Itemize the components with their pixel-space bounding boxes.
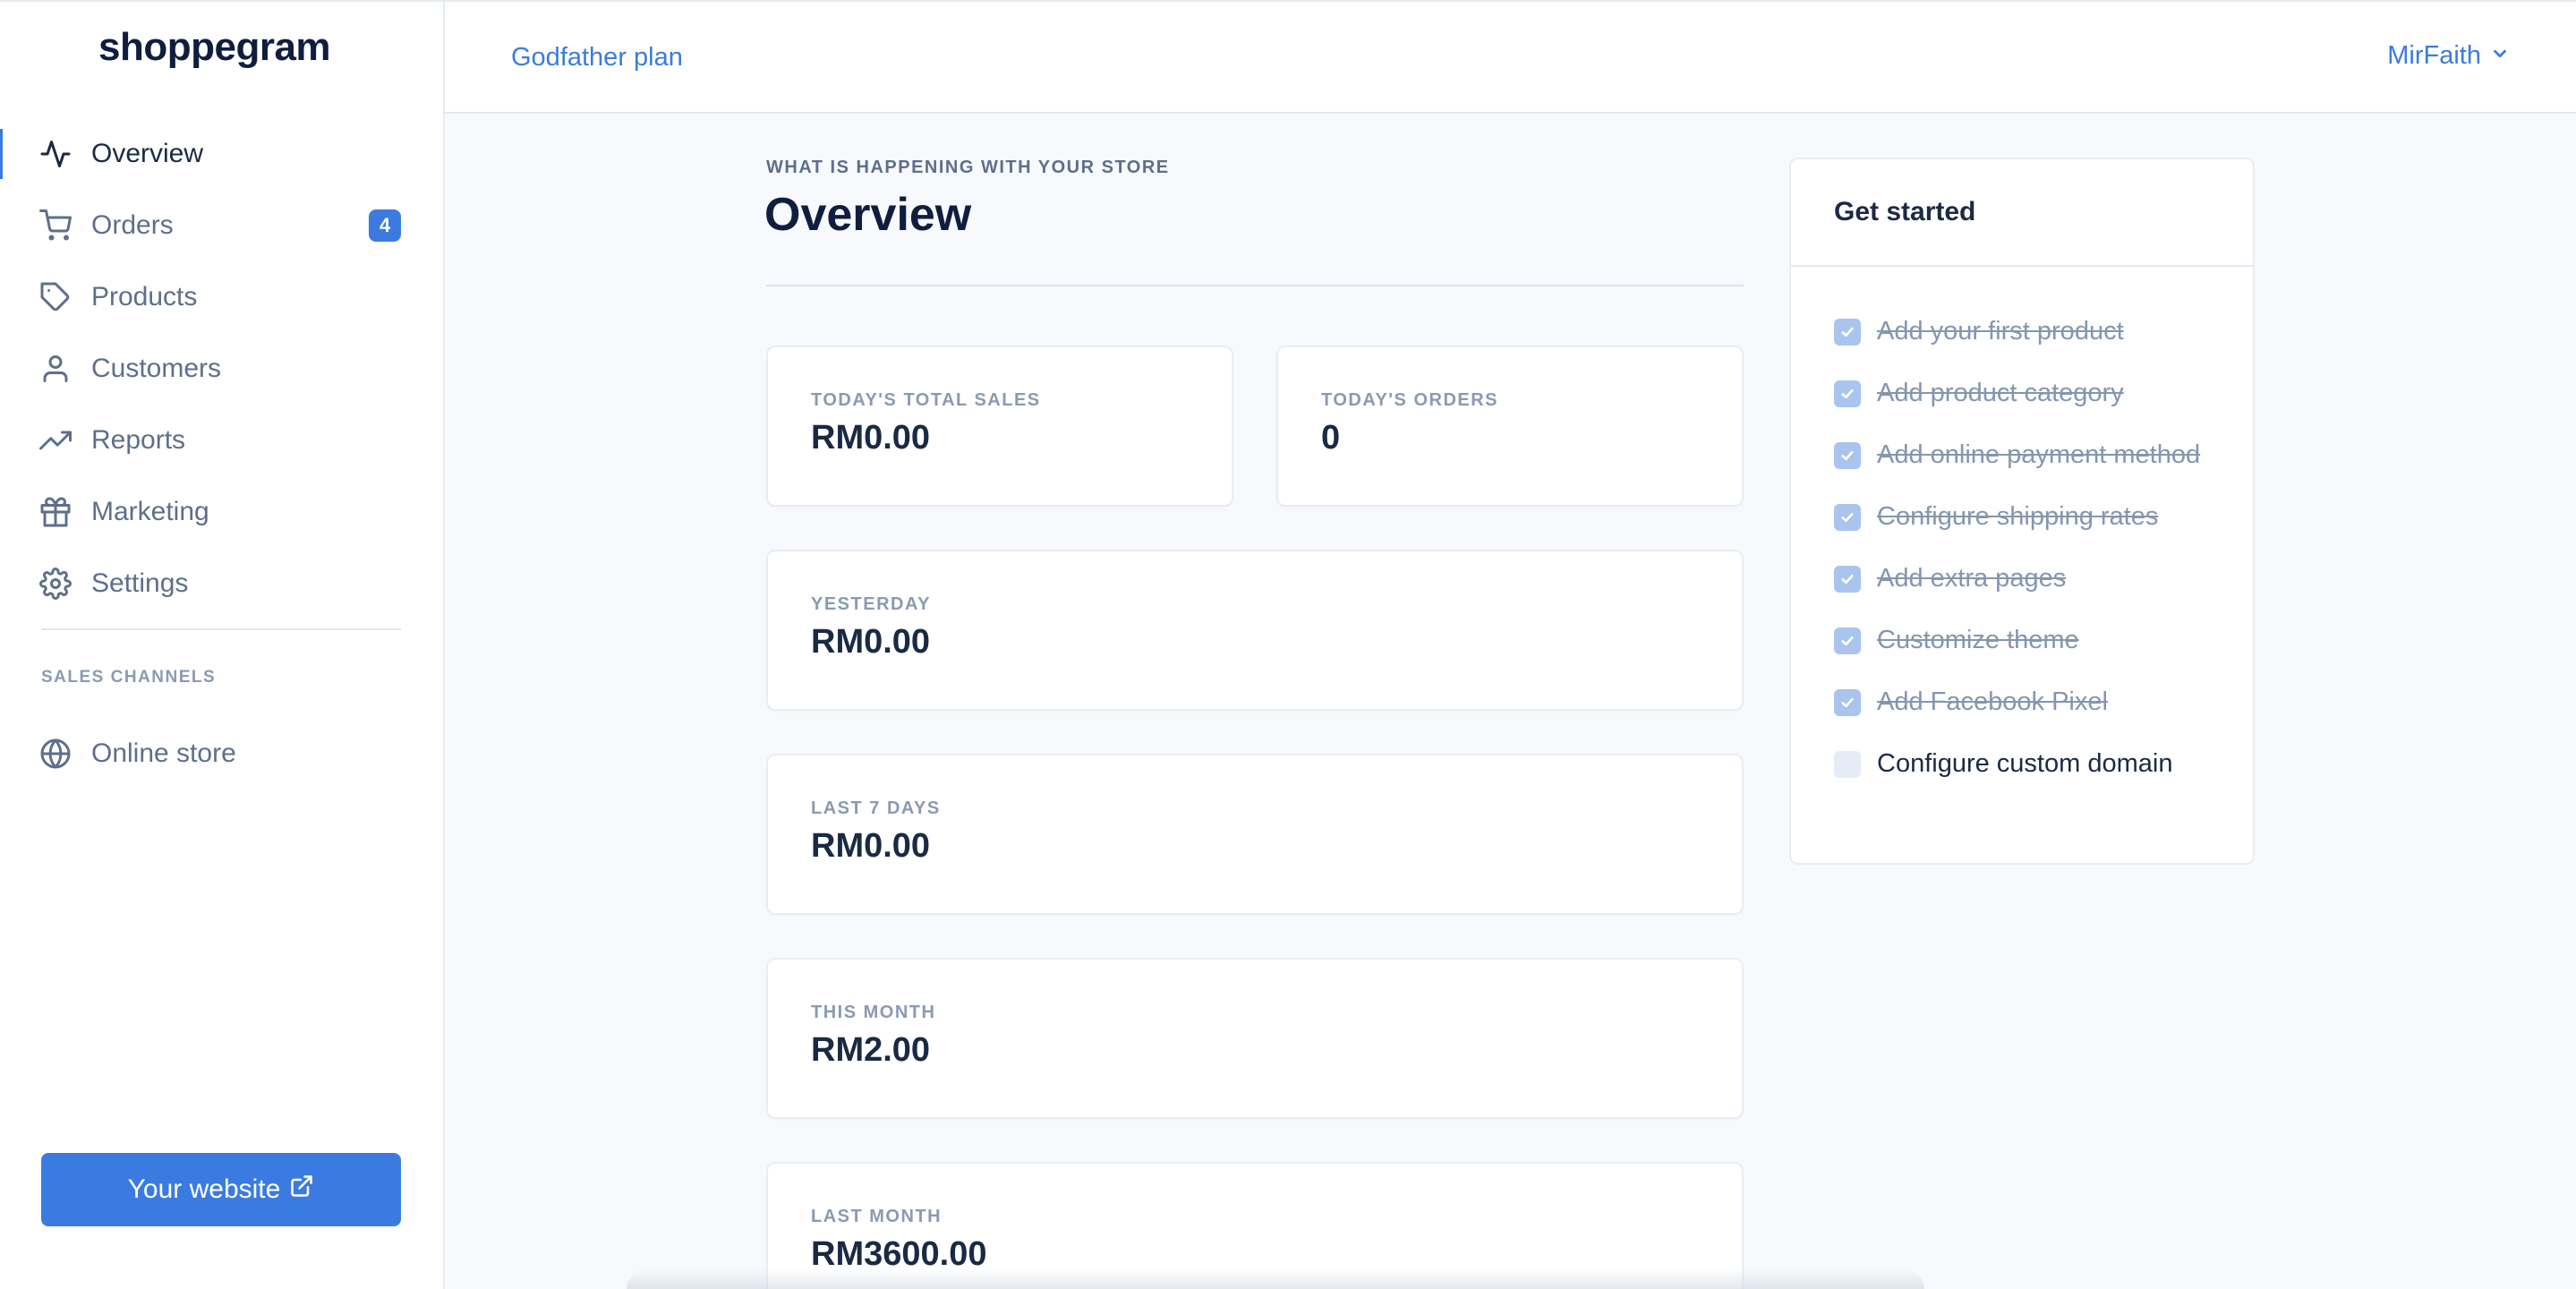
- get-started-panel: Get started Add your first product Add p…: [1789, 158, 2255, 865]
- stat-card-this-month: THIS MONTH RM2.00: [766, 958, 1744, 1119]
- tag-icon: [39, 281, 72, 313]
- checkbox-checked-icon: [1834, 442, 1861, 469]
- main-nav: Overview Orders 4 Products Customers Rep…: [0, 118, 443, 619]
- stat-label: TODAY'S TOTAL SALES: [811, 390, 1041, 410]
- sales-channels-heading: SALES CHANNELS: [41, 668, 217, 687]
- sidebar-divider: [41, 628, 401, 630]
- stat-value: RM0.00: [811, 623, 931, 661]
- cart-icon: [39, 209, 72, 242]
- checkbox-checked-icon: [1834, 566, 1861, 593]
- checklist-item[interactable]: Add Facebook Pixel: [1834, 682, 2228, 721]
- checklist-item[interactable]: Configure shipping rates: [1834, 497, 2228, 536]
- gift-icon: [39, 496, 72, 528]
- checkbox-checked-icon: [1834, 504, 1861, 531]
- checklist-item[interactable]: Add extra pages: [1834, 559, 2228, 598]
- sidebar-item-label: Orders: [91, 210, 174, 240]
- sidebar-item-orders[interactable]: Orders 4: [0, 190, 443, 261]
- sidebar-item-products[interactable]: Products: [0, 261, 443, 333]
- page-eyebrow: WHAT IS HAPPENING WITH YOUR STORE: [766, 158, 1170, 177]
- sidebar-item-label: Customers: [91, 354, 222, 383]
- stat-label: THIS MONTH: [811, 1003, 936, 1022]
- sidebar-item-reports[interactable]: Reports: [0, 405, 443, 476]
- checkbox-empty-icon: [1834, 751, 1861, 778]
- activity-icon: [39, 138, 72, 170]
- orders-count-badge: 4: [369, 209, 401, 242]
- stat-value: RM3600.00: [811, 1235, 987, 1273]
- sidebar-item-label: Reports: [91, 425, 186, 455]
- stat-value: RM2.00: [811, 1031, 931, 1069]
- checklist-item[interactable]: Configure custom domain: [1834, 744, 2228, 783]
- checkbox-checked-icon: [1834, 380, 1861, 407]
- gear-icon: [39, 568, 72, 600]
- get-started-title: Get started: [1791, 159, 2253, 267]
- user-name: MirFaith: [2387, 41, 2481, 70]
- sidebar-item-label: Marketing: [91, 497, 209, 526]
- checkbox-checked-icon: [1834, 689, 1861, 716]
- top-bar: Godfather plan MirFaith: [445, 0, 2576, 114]
- sidebar-item-overview[interactable]: Overview: [0, 118, 443, 190]
- stat-value: 0: [1321, 419, 1341, 457]
- stat-label: LAST 7 DAYS: [811, 798, 941, 818]
- chevron-down-icon: [2490, 41, 2510, 71]
- sidebar-item-settings[interactable]: Settings: [0, 548, 443, 619]
- stat-label: TODAY'S ORDERS: [1321, 390, 1499, 410]
- stat-card-yesterday: YESTERDAY RM0.00: [766, 550, 1744, 711]
- sidebar-item-label: Settings: [91, 568, 189, 598]
- user-icon: [39, 353, 72, 385]
- plan-link[interactable]: Godfather plan: [511, 43, 683, 73]
- external-link-icon: [289, 1174, 314, 1206]
- checklist-item[interactable]: Add product category: [1834, 373, 2228, 413]
- stat-card-last-7-days: LAST 7 DAYS RM0.00: [766, 754, 1744, 915]
- sidebar-item-label: Products: [91, 282, 198, 312]
- stat-label: YESTERDAY: [811, 594, 931, 614]
- checklist-item[interactable]: Customize theme: [1834, 620, 2228, 660]
- brand-logo[interactable]: shoppegram: [98, 25, 331, 70]
- user-menu[interactable]: MirFaith: [2387, 41, 2510, 71]
- stat-label: LAST MONTH: [811, 1207, 943, 1226]
- checklist-item[interactable]: Add online payment method: [1834, 435, 2228, 474]
- scroll-fade: [627, 1269, 1924, 1289]
- stat-card-todays-orders: TODAY'S ORDERS 0: [1276, 346, 1744, 507]
- stat-value: RM0.00: [811, 827, 931, 865]
- your-website-button[interactable]: Your website: [41, 1153, 401, 1226]
- sidebar-item-marketing[interactable]: Marketing: [0, 476, 443, 548]
- globe-icon: [39, 738, 72, 770]
- trending-up-icon: [39, 424, 72, 457]
- checkbox-checked-icon: [1834, 319, 1861, 346]
- sales-channels-list: Online store: [0, 718, 443, 790]
- page-title: Overview: [764, 189, 972, 241]
- stat-card-todays-sales: TODAY'S TOTAL SALES RM0.00: [766, 346, 1233, 507]
- sidebar-item-customers[interactable]: Customers: [0, 333, 443, 405]
- title-divider: [766, 285, 1744, 286]
- get-started-checklist: Add your first product Add product categ…: [1834, 312, 2228, 806]
- your-website-label: Your website: [127, 1174, 281, 1204]
- checklist-item[interactable]: Add your first product: [1834, 312, 2228, 351]
- sidebar: shoppegram Overview Orders 4 Products Cu…: [0, 0, 445, 1289]
- sidebar-item-label: Overview: [91, 139, 204, 168]
- checkbox-checked-icon: [1834, 627, 1861, 654]
- sidebar-item-online-store[interactable]: Online store: [0, 718, 443, 790]
- sidebar-item-label: Online store: [91, 738, 236, 768]
- stat-value: RM0.00: [811, 419, 931, 457]
